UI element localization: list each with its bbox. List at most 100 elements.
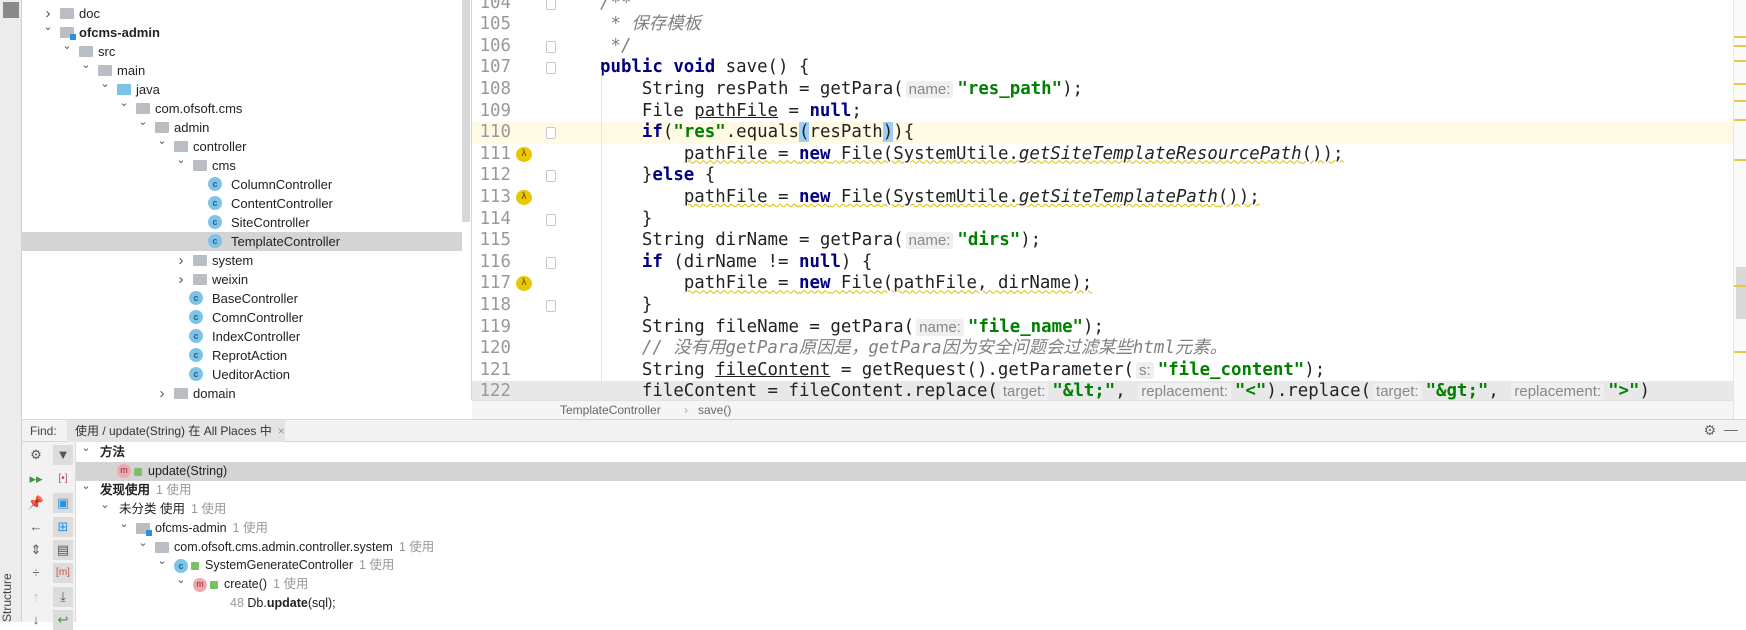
pin-icon[interactable]: 📌 bbox=[26, 493, 46, 513]
result-item[interactable]: ⌄ c SystemGenerateController 1 使用 bbox=[76, 555, 1746, 575]
chevron-down-icon[interactable]: ⌄ bbox=[175, 571, 187, 590]
code-line-105[interactable]: 105 * 保存模板 bbox=[472, 14, 1733, 36]
warning-stripe-marker[interactable] bbox=[1734, 351, 1746, 353]
chevron-down-icon[interactable]: ⌄ bbox=[156, 552, 168, 571]
code-editor[interactable]: 104/** 105 * 保存模板 106 */107 public void sav… bbox=[472, 0, 1733, 400]
code-line-104[interactable]: 104 /** bbox=[472, 0, 1733, 14]
code-line-106[interactable]: 106 */ bbox=[472, 36, 1733, 58]
minimize-icon[interactable]: — bbox=[1724, 421, 1738, 437]
tree-item-sitecontroller[interactable]: c SiteController bbox=[22, 213, 462, 232]
tree-item-com-ofsoft-cms[interactable]: ⌄ com.ofsoft.cms bbox=[22, 96, 462, 118]
breadcrumb-class[interactable]: TemplateController bbox=[560, 401, 661, 419]
warning-stripe-marker[interactable] bbox=[1734, 83, 1746, 85]
tree-item-main[interactable]: ⌄ main bbox=[22, 59, 462, 80]
tree-item-doc[interactable]: › doc bbox=[22, 4, 462, 23]
chevron-down-icon[interactable]: ⌄ bbox=[137, 534, 149, 553]
code-line-116[interactable]: 116 if (dirName != null) { bbox=[472, 252, 1733, 274]
warning-stripe-marker[interactable] bbox=[1734, 60, 1746, 62]
previous-occurrence-icon[interactable]: ↑ bbox=[26, 587, 46, 607]
fold-marker-icon[interactable] bbox=[546, 0, 556, 10]
project-tree-scrollbar[interactable] bbox=[462, 0, 470, 222]
group-by-method-icon[interactable]: [m] bbox=[53, 563, 73, 583]
next-occurrence-icon[interactable]: ↓ bbox=[26, 610, 46, 630]
gutter-marker-icon[interactable]: λ bbox=[516, 276, 532, 292]
code-line-121[interactable]: 121 String fileContent = getRequest().get… bbox=[472, 360, 1733, 382]
chevron-down-icon[interactable]: ⌄ bbox=[61, 39, 73, 52]
project-tool-icon[interactable] bbox=[3, 2, 19, 18]
code-line-115[interactable]: 115 String dirName = getPara(name: "dirs")… bbox=[472, 230, 1733, 252]
chevron-down-icon[interactable]: ⌄ bbox=[156, 134, 168, 147]
warning-stripe-marker[interactable] bbox=[1734, 100, 1746, 102]
show-read-write-icon[interactable]: [•] bbox=[53, 469, 73, 489]
chevron-down-icon[interactable]: ⌄ bbox=[80, 477, 92, 496]
editor-scrollbar-thumb[interactable] bbox=[1736, 267, 1746, 319]
chevron-down-icon[interactable]: ⌄ bbox=[99, 496, 111, 515]
chevron-down-icon[interactable]: ⌄ bbox=[42, 20, 54, 33]
code-line-112[interactable]: 112}else { bbox=[472, 165, 1733, 187]
fold-marker-icon[interactable] bbox=[546, 127, 556, 140]
filter-icon[interactable]: ▼ bbox=[53, 445, 73, 465]
code-line-111[interactable]: 111 λ pathFile = new File(SystemUtile.getS… bbox=[472, 144, 1733, 166]
group-by-module-icon[interactable]: ⊞ bbox=[53, 517, 73, 537]
fold-marker-icon[interactable] bbox=[546, 62, 556, 75]
code-line-119[interactable]: 119 String fileName = getPara(name: "file_… bbox=[472, 317, 1733, 339]
result-item[interactable]: ⌄ ofcms-admin 1 使用 bbox=[76, 518, 1746, 538]
preview-icon[interactable]: ▣ bbox=[53, 493, 73, 513]
code-line-117[interactable]: 117 λ pathFile = new File(pathFile, dirNam… bbox=[472, 273, 1733, 295]
chevron-down-icon[interactable]: ⌄ bbox=[99, 77, 111, 90]
tree-item-admin[interactable]: ⌄ admin bbox=[22, 115, 462, 137]
tree-item-ueditoraction[interactable]: c UeditorAction bbox=[22, 365, 462, 384]
chevron-right-icon[interactable]: › bbox=[175, 271, 187, 288]
tree-item-basecontroller[interactable]: c BaseController bbox=[22, 289, 462, 308]
fold-marker-icon[interactable] bbox=[546, 40, 556, 53]
code-line-118[interactable]: 118} bbox=[472, 295, 1733, 317]
tree-item-columncontroller[interactable]: c ColumnController bbox=[22, 175, 462, 194]
tree-item-ofcms-admin[interactable]: ⌄ ofcms-admin bbox=[22, 20, 462, 42]
code-line-109[interactable]: 109 File pathFile = null; bbox=[472, 101, 1733, 123]
result-item[interactable]: 48 Db.update(sql); bbox=[76, 594, 1746, 613]
warning-stripe-marker[interactable] bbox=[1734, 45, 1746, 47]
tree-item-domain[interactable]: › domain bbox=[22, 384, 462, 401]
warning-stripe-marker[interactable] bbox=[1734, 285, 1746, 287]
result-item[interactable]: ⌄ m create() 1 使用 bbox=[76, 574, 1746, 594]
chevron-right-icon[interactable]: › bbox=[175, 252, 187, 269]
code-line-108[interactable]: 108 String resPath = getPara(name: "res_pa… bbox=[472, 79, 1733, 101]
group-by-package-icon[interactable]: ▤ bbox=[53, 540, 73, 560]
code-line-107[interactable]: 107 public void save() { bbox=[472, 57, 1733, 79]
tree-item-weixin[interactable]: › weixin bbox=[22, 270, 462, 289]
settings-icon[interactable]: ⚙ bbox=[26, 445, 46, 465]
result-item[interactable]: m update(String) bbox=[76, 461, 1746, 481]
code-line-110[interactable]: 110 if("res".equals(resPath)){ bbox=[472, 122, 1733, 144]
close-tab-icon[interactable]: × bbox=[278, 424, 285, 438]
gutter-marker-icon[interactable]: λ bbox=[516, 146, 532, 162]
result-item[interactable]: ⌄ 未分类 使用 1 使用 bbox=[76, 499, 1746, 519]
chevron-down-icon[interactable]: ⌄ bbox=[118, 515, 130, 534]
rerun-icon[interactable]: ▸▸ bbox=[26, 469, 46, 489]
chevron-right-icon[interactable]: › bbox=[156, 385, 168, 401]
merge-usages-icon[interactable]: ⤓ bbox=[53, 587, 73, 607]
tree-item-controller[interactable]: ⌄ controller bbox=[22, 134, 462, 156]
result-item[interactable]: ⌄ 方法 bbox=[76, 442, 1746, 462]
result-item[interactable]: ⌄ 发现使用 1 使用 bbox=[76, 480, 1746, 500]
autoscroll-icon[interactable]: ↩ bbox=[53, 610, 73, 630]
editor-scrollbar[interactable] bbox=[1733, 0, 1746, 419]
warning-stripe-marker[interactable] bbox=[1734, 36, 1746, 38]
fold-marker-icon[interactable] bbox=[546, 213, 556, 226]
code-line-114[interactable]: 114} bbox=[472, 209, 1733, 231]
fold-marker-icon[interactable] bbox=[546, 299, 556, 312]
tree-item-reprotaction[interactable]: c ReprotAction bbox=[22, 346, 462, 365]
tree-item-comncontroller[interactable]: c ComnController bbox=[22, 308, 462, 327]
structure-tool-tab[interactable]: Structure bbox=[0, 573, 20, 622]
tree-item-java[interactable]: ⌄ java bbox=[22, 77, 462, 99]
fold-marker-icon[interactable] bbox=[546, 256, 556, 269]
expand-all-icon[interactable]: ⇕ bbox=[26, 540, 46, 560]
tree-item-cms[interactable]: ⌄ cms bbox=[22, 154, 462, 175]
find-tab[interactable]: 使用 / update(String) 在 All Places 中 × bbox=[67, 420, 285, 442]
tree-item-templatecontroller[interactable]: c TemplateController bbox=[22, 231, 462, 251]
chevron-down-icon[interactable]: ⌄ bbox=[118, 96, 130, 109]
tree-item-indexcontroller[interactable]: c IndexController bbox=[22, 327, 462, 346]
result-item[interactable]: ⌄ com.ofsoft.cms.admin.controller.system 1… bbox=[76, 537, 1746, 557]
gear-icon[interactable]: ⚙ bbox=[1703, 422, 1716, 439]
chevron-down-icon[interactable]: ⌄ bbox=[137, 115, 149, 128]
warning-stripe-marker[interactable] bbox=[1734, 159, 1746, 161]
